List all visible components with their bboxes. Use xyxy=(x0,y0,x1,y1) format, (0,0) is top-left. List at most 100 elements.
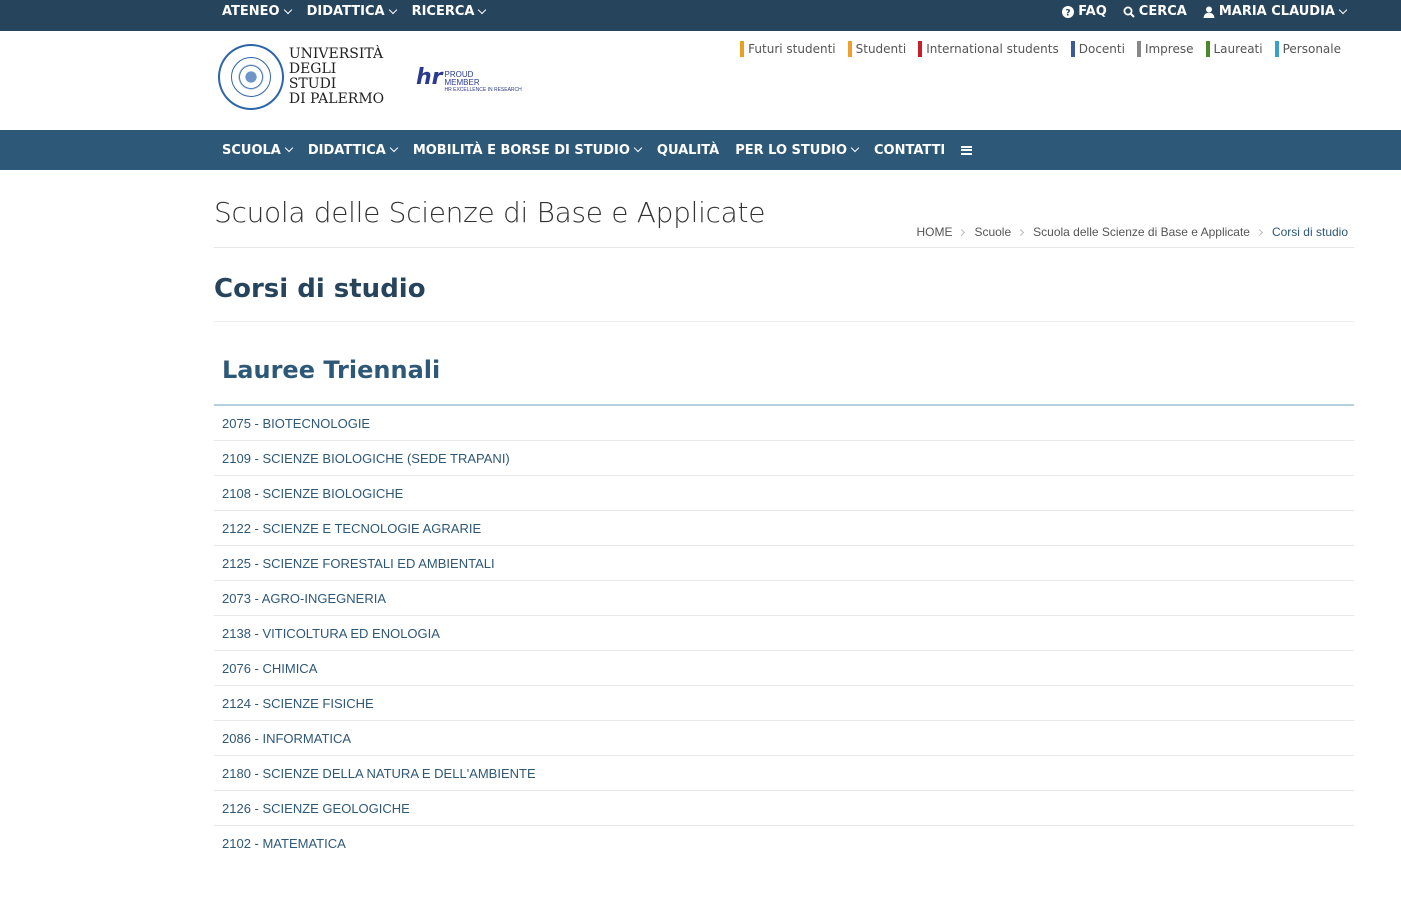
chevron-right-icon xyxy=(958,228,966,236)
chevron-down-icon xyxy=(389,143,399,153)
course-link[interactable]: 2102 - MATEMATICA xyxy=(214,826,1354,861)
course-link[interactable]: 2075 - BIOTECNOLOGIE xyxy=(214,406,1354,441)
search-link[interactable]: CERCA xyxy=(1123,4,1187,19)
breadcrumb: HOME Scuole Scuola delle Scienze di Base… xyxy=(916,225,1348,239)
logo-line: DI PALERMO xyxy=(288,91,385,107)
logo-text: UNIVERSITÀ DEGLI STUDI DI PALERMO xyxy=(289,47,388,107)
user-menu[interactable]: MARIA CLAUDIA xyxy=(1203,4,1348,19)
chevron-down-icon xyxy=(633,143,643,153)
nav-label: DIDATTICA xyxy=(307,142,386,158)
nav-item-didattica[interactable]: DIDATTICA xyxy=(307,142,399,158)
page-title: Scuola delle Scienze di Base e Applicate xyxy=(214,196,766,229)
nav-item-contatti[interactable]: CONTATTI xyxy=(874,143,945,158)
course-link[interactable]: 2126 - SCIENZE GEOLOGICHE xyxy=(214,791,1354,826)
audience-color-bar xyxy=(1070,41,1075,57)
user-name: MARIA CLAUDIA xyxy=(1218,4,1335,19)
audience-label: International students xyxy=(926,42,1059,56)
nav-label: CONTATTI xyxy=(874,142,946,158)
audience-imprese[interactable]: Imprese xyxy=(1136,41,1194,57)
audience-links: Futuri studenti Studenti International s… xyxy=(740,41,1341,57)
top-menu-label: RICERCA xyxy=(411,4,475,19)
course-link[interactable]: 2180 - SCIENZE DELLA NATURA E DELL'AMBIE… xyxy=(214,756,1354,791)
audience-label: Personale xyxy=(1282,42,1341,56)
nav-label: PER LO STUDIO xyxy=(735,142,848,158)
faq-label: FAQ xyxy=(1078,4,1107,19)
nav-item-per-lo-studio[interactable]: PER LO STUDIO xyxy=(735,142,860,158)
audience-color-bar xyxy=(918,41,923,57)
chevron-down-icon xyxy=(850,143,860,153)
main-nav-items: SCUOLA DIDATTICA MOBILITÀ E BORSE DI STU… xyxy=(222,130,973,170)
chevron-right-icon xyxy=(1017,228,1025,236)
top-bar-left-menu: ATENEO DIDATTICA RICERCA xyxy=(222,0,501,23)
audience-personale[interactable]: Personale xyxy=(1274,41,1341,57)
university-logo[interactable]: UNIVERSITÀ DEGLI STUDI DI PALERMO xyxy=(218,43,388,111)
nav-label: MOBILITÀ E BORSE DI STUDIO xyxy=(412,142,630,158)
course-list-title: Lauree Triennali xyxy=(222,356,441,384)
nav-item-qualita[interactable]: QUALITÀ xyxy=(657,143,719,158)
nav-item-mobilita[interactable]: MOBILITÀ E BORSE DI STUDIO xyxy=(412,142,643,158)
top-menu-label: DIDATTICA xyxy=(306,4,385,19)
audience-color-bar xyxy=(740,41,745,57)
course-link[interactable]: 2086 - INFORMATICA xyxy=(214,721,1354,756)
nav-label: SCUOLA xyxy=(222,142,281,158)
course-link[interactable]: 2125 - SCIENZE FORESTALI ED AMBIENTALI xyxy=(214,546,1354,581)
chevron-down-icon xyxy=(284,143,294,153)
divider xyxy=(214,247,1354,248)
course-link[interactable]: 2122 - SCIENZE E TECNOLOGIE AGRARIE xyxy=(214,511,1354,546)
top-bar: ATENEO DIDATTICA RICERCA ? FAQ CERCA MAR… xyxy=(0,0,1401,31)
user-icon xyxy=(1203,6,1215,18)
audience-color-bar xyxy=(1274,41,1279,57)
audience-laureati[interactable]: Laureati xyxy=(1205,41,1263,57)
logo-line: UNIVERSITÀ xyxy=(288,46,384,62)
search-icon xyxy=(1123,6,1135,18)
top-bar-right-menu: ? FAQ CERCA MARIA CLAUDIA xyxy=(1046,0,1348,23)
top-menu-ateneo[interactable]: ATENEO xyxy=(222,4,292,19)
audience-color-bar xyxy=(847,41,852,57)
site-header: UNIVERSITÀ DEGLI STUDI DI PALERMO hr PRO… xyxy=(0,31,1401,130)
divider xyxy=(214,321,1354,322)
course-list: 2075 - BIOTECNOLOGIE 2109 - SCIENZE BIOLO… xyxy=(214,406,1354,861)
logo-line: DEGLI STUDI xyxy=(288,61,337,92)
main-navigation: SCUOLA DIDATTICA MOBILITÀ E BORSE DI STU… xyxy=(0,130,1401,170)
breadcrumb-scuole[interactable]: Scuole xyxy=(974,225,1011,239)
top-menu-label: ATENEO xyxy=(222,4,280,19)
audience-international-students[interactable]: International students xyxy=(918,41,1059,57)
section-title: Corsi di studio xyxy=(214,274,426,304)
audience-label: Laureati xyxy=(1213,42,1263,56)
nav-item-scuola[interactable]: SCUOLA xyxy=(222,142,294,158)
hr-excellence-logo[interactable]: hr PROUD MEMBER HR EXCELLENCE IN RESEARC… xyxy=(416,67,522,94)
audience-studenti[interactable]: Studenti xyxy=(847,41,907,57)
chevron-down-icon xyxy=(388,5,397,14)
audience-color-bar xyxy=(1136,41,1141,57)
chevron-right-icon xyxy=(1255,228,1264,236)
faq-link[interactable]: ? FAQ xyxy=(1062,4,1107,19)
audience-label: Docenti xyxy=(1078,42,1125,56)
chevron-down-icon xyxy=(1338,5,1348,14)
nav-label: QUALITÀ xyxy=(656,142,720,158)
top-menu-ricerca[interactable]: RICERCA xyxy=(411,4,487,19)
svg-text:?: ? xyxy=(1066,8,1071,18)
audience-docenti[interactable]: Docenti xyxy=(1070,41,1125,57)
course-link[interactable]: 2109 - SCIENZE BIOLOGICHE (SEDE TRAPANI) xyxy=(214,441,1354,476)
course-link[interactable]: 2108 - SCIENZE BIOLOGICHE xyxy=(214,476,1354,511)
search-label: CERCA xyxy=(1138,4,1187,19)
university-seal-icon xyxy=(218,44,284,110)
audience-label: Studenti xyxy=(855,42,907,56)
course-link[interactable]: 2124 - SCIENZE FISICHE xyxy=(214,686,1354,721)
breadcrumb-scuola[interactable]: Scuola delle Scienze di Base e Applicate xyxy=(1033,225,1250,239)
chevron-down-icon xyxy=(478,5,487,14)
hr-line: MEMBER xyxy=(444,78,480,87)
top-menu-didattica[interactable]: DIDATTICA xyxy=(306,4,397,19)
course-link[interactable]: 2073 - AGRO-INGEGNERIA xyxy=(214,581,1354,616)
course-link[interactable]: 2138 - VITICOLTURA ED ENOLOGIA xyxy=(214,616,1354,651)
course-link[interactable]: 2076 - CHIMICA xyxy=(214,651,1354,686)
hr-line: HR EXCELLENCE IN RESEARCH xyxy=(444,87,522,93)
breadcrumb-current: Corsi di studio xyxy=(1271,225,1348,239)
question-circle-icon: ? xyxy=(1062,5,1075,18)
audience-futuri-studenti[interactable]: Futuri studenti xyxy=(740,41,836,57)
chevron-down-icon xyxy=(283,5,292,14)
breadcrumb-home[interactable]: HOME xyxy=(916,225,952,239)
hr-mark-icon: hr xyxy=(416,65,443,90)
audience-label: Futuri studenti xyxy=(748,42,836,56)
hamburger-menu-icon[interactable] xyxy=(961,145,973,155)
